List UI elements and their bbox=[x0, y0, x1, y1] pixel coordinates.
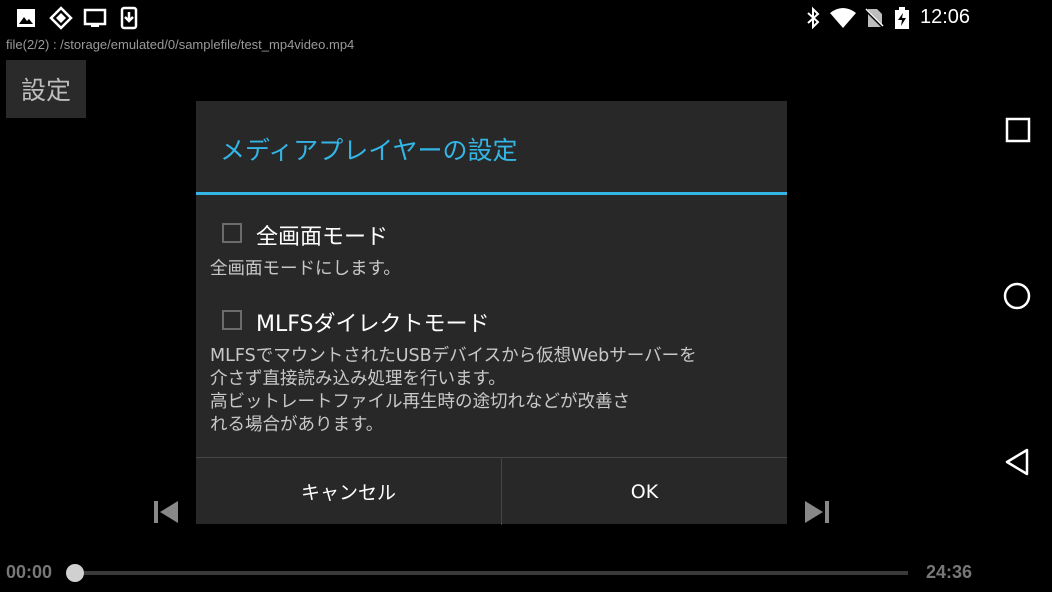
cast-screen-icon bbox=[83, 6, 107, 30]
fullscreen-mode-description: 全画面モードにします。 bbox=[210, 259, 401, 279]
dialog-button-bar: キャンセル OK bbox=[196, 457, 787, 525]
fullscreen-mode-label[interactable]: 全画面モード bbox=[256, 219, 388, 251]
wifi-icon bbox=[829, 6, 857, 30]
location-diamond-icon bbox=[49, 6, 73, 30]
seek-thumb[interactable] bbox=[66, 564, 84, 582]
battery-charging-icon bbox=[893, 6, 911, 30]
media-player-settings-dialog: メディアプレイヤーの設定 全画面モード 全画面モードにします。 MLFSダイレク… bbox=[196, 101, 787, 525]
image-icon bbox=[14, 6, 38, 30]
home-circle-icon[interactable] bbox=[997, 276, 1037, 316]
back-triangle-icon[interactable] bbox=[997, 442, 1037, 482]
cancel-button[interactable]: キャンセル bbox=[196, 458, 501, 525]
current-time: 00:00 bbox=[6, 562, 53, 582]
recents-square-icon[interactable] bbox=[998, 110, 1038, 150]
file-path: file(2/2) : /storage/emulated/0/samplefi… bbox=[6, 37, 355, 52]
mlfs-direct-mode-label[interactable]: MLFSダイレクトモード bbox=[256, 306, 489, 338]
status-bar: 12:06 bbox=[0, 0, 1052, 36]
bluetooth-icon bbox=[801, 6, 825, 30]
mlfs-direct-mode-checkbox[interactable] bbox=[222, 310, 242, 330]
dialog-title: メディアプレイヤーの設定 bbox=[220, 136, 518, 165]
skip-previous-icon[interactable] bbox=[152, 499, 180, 525]
no-sim-icon bbox=[862, 6, 886, 30]
ok-button[interactable]: OK bbox=[502, 458, 787, 525]
dialog-title-divider bbox=[196, 192, 787, 195]
total-time: 24:36 bbox=[926, 562, 973, 582]
clock: 12:06 bbox=[920, 6, 971, 28]
fullscreen-mode-checkbox[interactable] bbox=[222, 223, 242, 243]
seek-bar[interactable] bbox=[74, 571, 908, 575]
download-icon bbox=[117, 6, 141, 30]
skip-next-icon[interactable] bbox=[803, 499, 831, 525]
mlfs-direct-mode-description: MLFSでマウントされたUSBデバイスから仮想Webサーバーを 介さず直接読み込… bbox=[210, 346, 697, 435]
settings-button[interactable]: 設定 bbox=[6, 60, 86, 118]
